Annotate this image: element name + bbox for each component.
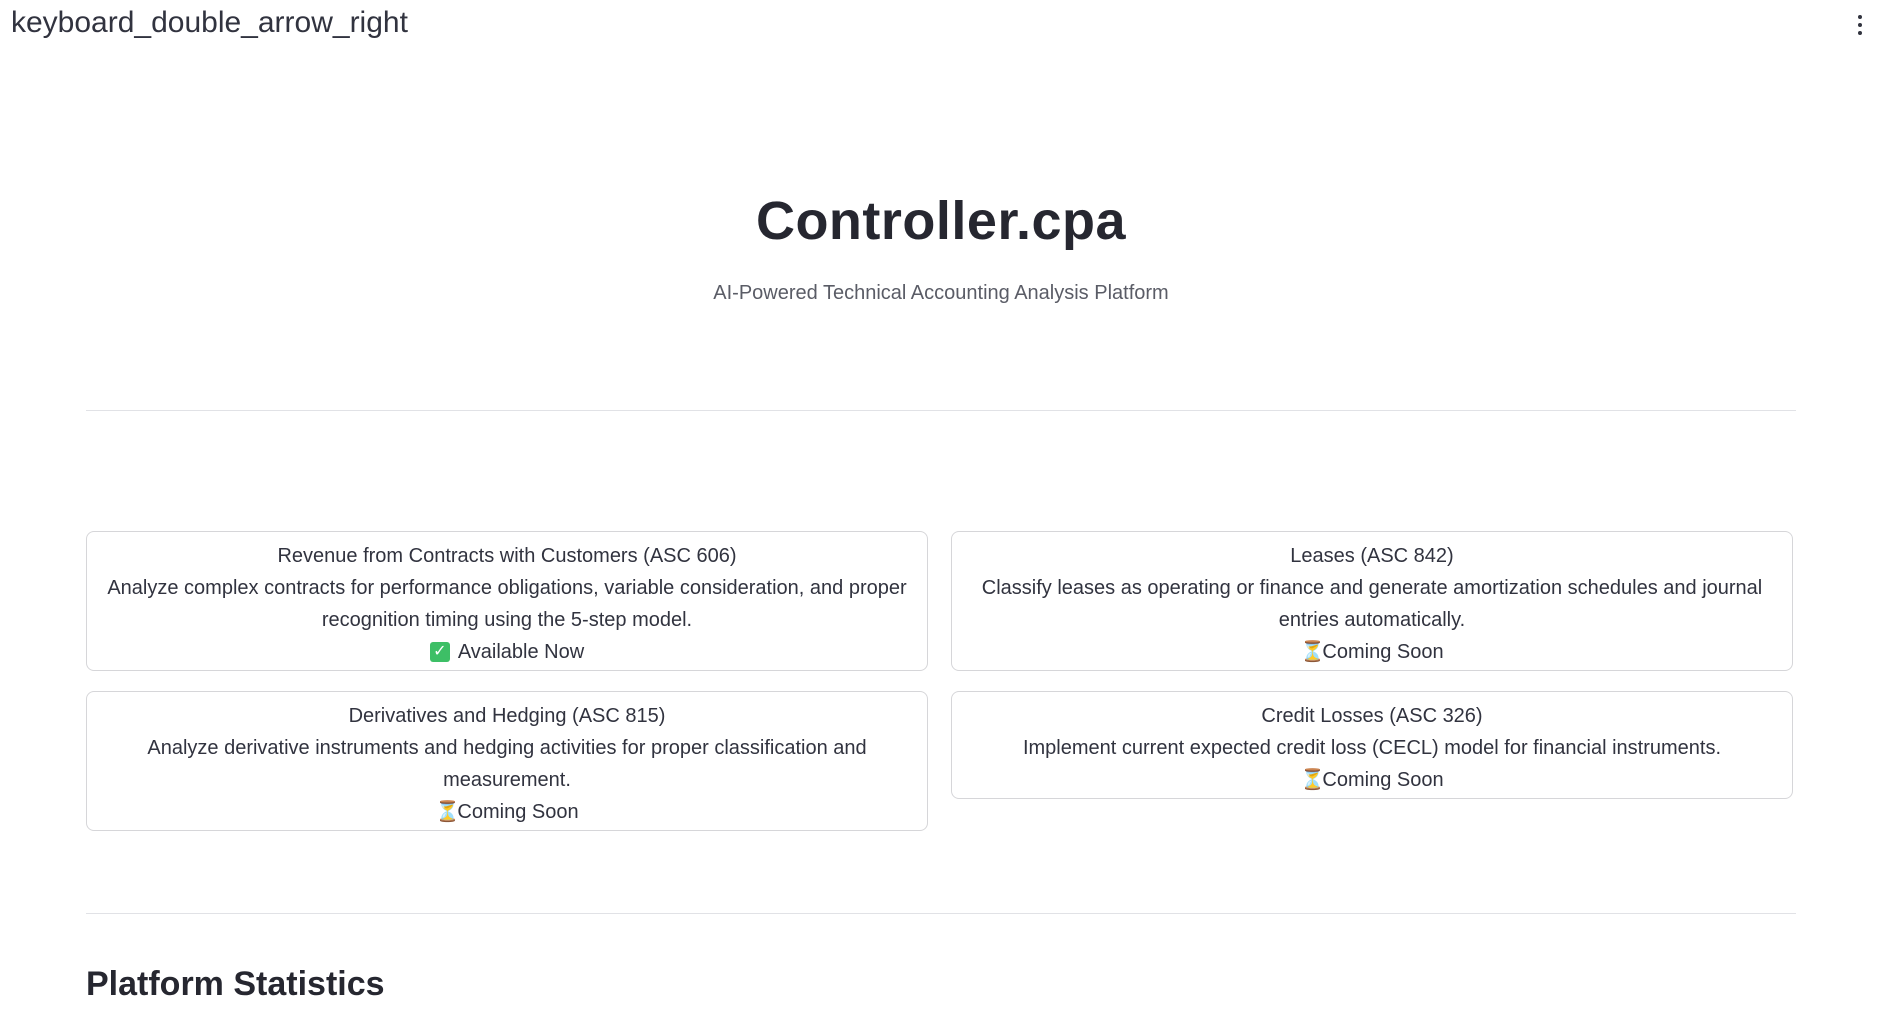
module-card-title: Revenue from Contracts with Customers (A… (277, 545, 737, 567)
module-card-description: Implement current expected credit loss (… (1022, 737, 1722, 759)
hourglass-icon: ⏳ (1300, 641, 1326, 663)
module-card-title: Derivatives and Hedging (ASC 815) (348, 705, 666, 727)
top-bar: keyboard_double_arrow_right (0, 0, 1880, 56)
module-card-description: Classify leases as operating or finance … (981, 577, 1763, 631)
page-subtitle: AI-Powered Technical Accounting Analysis… (713, 282, 1169, 304)
module-card-asc-606: Revenue from Contracts with Customers (A… (86, 531, 928, 671)
module-card-title: Credit Losses (ASC 326) (1261, 705, 1483, 727)
main-menu-button[interactable] (1854, 13, 1866, 37)
divider (86, 410, 1796, 411)
kebab-menu-icon-dot (1858, 23, 1862, 27)
module-card-status-label: Coming Soon (1322, 769, 1444, 791)
kebab-menu-icon-dot (1858, 31, 1862, 35)
divider (86, 913, 1796, 914)
module-card-asc-815: Derivatives and Hedging (ASC 815) Analyz… (86, 691, 928, 831)
module-card-status: ⏳ Coming Soon (972, 764, 1772, 796)
module-card-status-label: Available Now (457, 641, 585, 663)
check-icon: ✓ (429, 642, 450, 662)
module-card-title: Leases (ASC 842) (1290, 545, 1454, 567)
hourglass-icon: ⏳ (435, 801, 461, 823)
module-card-asc-326: Credit Losses (ASC 326) Implement curren… (951, 691, 1793, 799)
module-card-status: ⏳ Coming Soon (107, 796, 907, 828)
sidebar-toggle-button[interactable]: keyboard_double_arrow_right (11, 6, 408, 40)
module-card-asc-842: Leases (ASC 842) Classify leases as oper… (951, 531, 1793, 671)
kebab-menu-icon (1858, 15, 1862, 19)
hourglass-icon: ⏳ (1300, 769, 1326, 791)
module-card-description: Analyze complex contracts for performanc… (107, 577, 907, 631)
module-card-status: ✓ Available Now (107, 636, 907, 668)
page-title: Controller.cpa (755, 191, 1127, 251)
module-card-description: Analyze derivative instruments and hedgi… (147, 737, 867, 791)
platform-statistics-heading: Platform Statistics (86, 965, 385, 1003)
module-card-status-label: Coming Soon (1322, 641, 1444, 663)
module-card-status-label: Coming Soon (457, 801, 579, 823)
module-card-status: ⏳ Coming Soon (972, 636, 1772, 668)
